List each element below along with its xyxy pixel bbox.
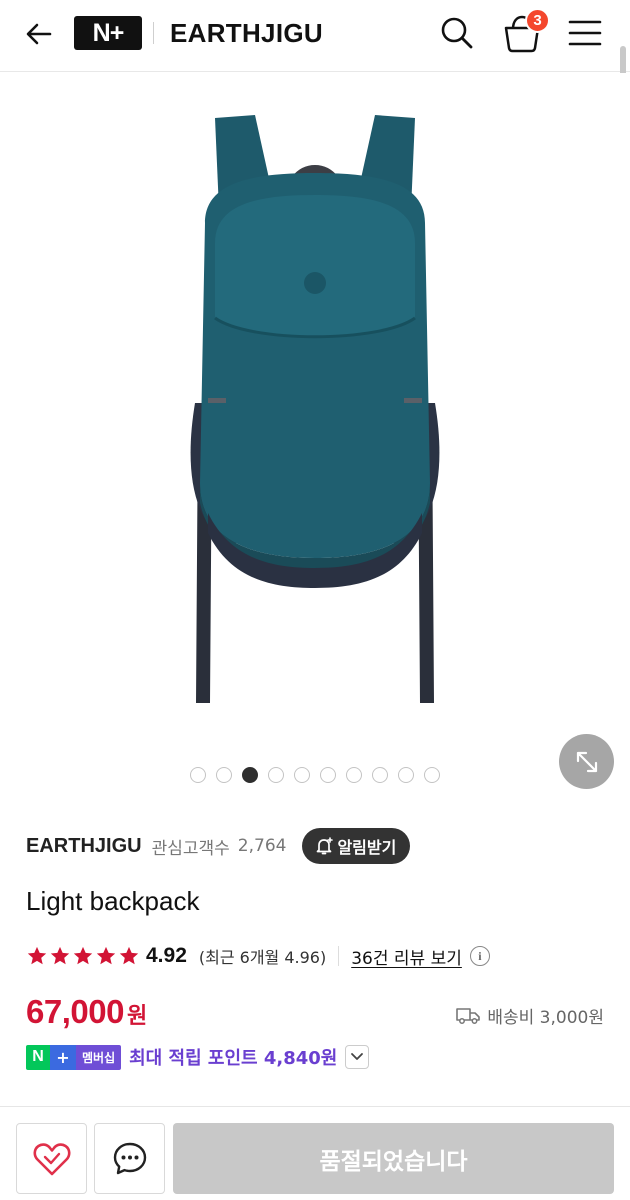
delivery-truck-icon bbox=[456, 1008, 481, 1024]
hamburger-menu-icon bbox=[568, 20, 602, 46]
chat-button[interactable] bbox=[94, 1123, 165, 1194]
pagination-dot[interactable] bbox=[346, 767, 362, 783]
rating-score: 4.92 bbox=[146, 944, 187, 967]
product-image-gallery[interactable] bbox=[0, 73, 630, 803]
heart-icon bbox=[33, 1142, 70, 1175]
store-name[interactable]: EARTHJIGU bbox=[26, 835, 142, 858]
menu-button[interactable] bbox=[566, 16, 604, 50]
star-icon bbox=[27, 946, 47, 965]
product-image bbox=[190, 115, 440, 703]
pagination-dot-active[interactable] bbox=[242, 767, 258, 783]
shipping-fee-text: 배송비 3,000원 bbox=[487, 1007, 604, 1028]
info-icon[interactable]: i bbox=[469, 946, 490, 966]
pagination-dot[interactable] bbox=[216, 767, 232, 783]
star-icon bbox=[96, 946, 116, 965]
rating-recent: (최근 6개월 4.96) bbox=[198, 948, 327, 967]
product-title: Light backpack bbox=[26, 886, 200, 916]
pagination-dot[interactable] bbox=[190, 767, 206, 783]
membership-points-text: 최대 적립 포인트 4,840원 bbox=[129, 1048, 338, 1069]
zoom-button[interactable] bbox=[559, 734, 614, 789]
rating-row: 4.92 (최근 6개월 4.96) 36건 리뷰 보기 i bbox=[26, 940, 490, 972]
header-divider bbox=[153, 22, 154, 44]
review-link[interactable]: 36건 리뷰 보기 bbox=[351, 944, 462, 969]
search-icon bbox=[441, 17, 473, 49]
pagination-dot[interactable] bbox=[372, 767, 388, 783]
alert-subscribe-button[interactable]: 알림받기 bbox=[302, 828, 411, 864]
nplus-logo-text: N+ bbox=[92, 18, 125, 47]
brand-title[interactable]: EARTHJIGU bbox=[170, 16, 323, 50]
wishlist-button[interactable] bbox=[16, 1123, 87, 1194]
rating-separator bbox=[338, 946, 340, 966]
bell-plus-icon bbox=[317, 837, 334, 855]
chat-bubble-icon bbox=[113, 1142, 146, 1174]
pagination-dot[interactable] bbox=[268, 767, 284, 783]
alert-subscribe-label: 알림받기 bbox=[337, 838, 397, 857]
cart-count-badge: 3 bbox=[525, 8, 550, 33]
search-button[interactable] bbox=[437, 13, 477, 53]
membership-expand-button[interactable] bbox=[345, 1045, 370, 1069]
star-icon bbox=[73, 946, 93, 965]
shipping-fee: 배송비 3,000원 bbox=[455, 1000, 604, 1030]
pagination-dot[interactable] bbox=[294, 767, 310, 783]
pagination-dot[interactable] bbox=[424, 767, 440, 783]
membership-badge-n: N bbox=[26, 1044, 50, 1070]
price-unit: 원 bbox=[126, 1004, 148, 1029]
interest-count: 2,764 bbox=[237, 836, 287, 856]
back-button[interactable] bbox=[22, 17, 56, 51]
membership-badge-text: 멤버십 bbox=[76, 1044, 122, 1070]
interest-label: 관심고객수 bbox=[151, 838, 230, 859]
star-icon bbox=[50, 946, 70, 965]
nplus-logo[interactable]: N+ bbox=[74, 16, 142, 50]
pagination-dot[interactable] bbox=[320, 767, 336, 783]
store-info-row: EARTHJIGU 관심고객수 2,764 알림받기 bbox=[26, 828, 411, 864]
header: N+ EARTHJIGU 3 bbox=[0, 0, 630, 72]
star-icon bbox=[119, 946, 139, 965]
pagination-dot[interactable] bbox=[398, 767, 414, 783]
rating-stars bbox=[26, 945, 140, 967]
bottom-action-bar: 품절되었습니다 bbox=[0, 1106, 630, 1200]
membership-badge-plus: + bbox=[50, 1044, 76, 1070]
back-arrow-icon bbox=[26, 23, 52, 45]
price-row: 67,000 원 bbox=[26, 993, 147, 1037]
price-amount: 67,000 bbox=[26, 993, 124, 1030]
expand-arrows-icon bbox=[576, 751, 597, 772]
gallery-pagination-dots bbox=[0, 767, 630, 783]
soldout-button: 품절되었습니다 bbox=[173, 1123, 614, 1194]
membership-badge: N + 멤버십 bbox=[26, 1044, 122, 1070]
chevron-down-icon bbox=[351, 1053, 364, 1060]
membership-row[interactable]: N + 멤버십 최대 적립 포인트 4,840원 bbox=[26, 1043, 370, 1071]
